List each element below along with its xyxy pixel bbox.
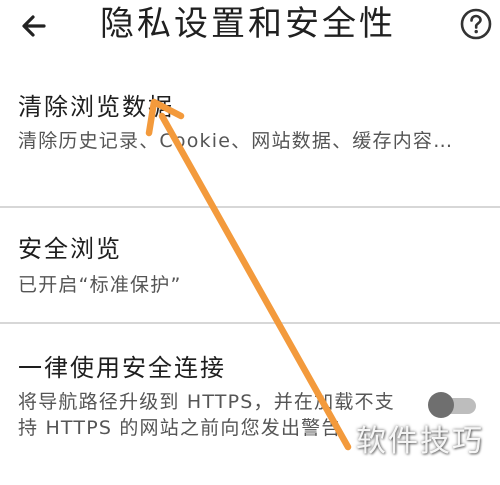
- back-button[interactable]: [14, 6, 54, 46]
- help-circle-icon: [460, 8, 492, 40]
- help-button[interactable]: [459, 7, 493, 41]
- toggle-thumb: [428, 392, 454, 418]
- clear-browsing-data-item[interactable]: 清除浏览数据 清除历史记录、Cookie、网站数据、缓存内容…: [0, 78, 500, 206]
- divider: [0, 322, 500, 324]
- safe-browsing-summary: 已开启“标准保护”: [18, 274, 182, 296]
- clear-browsing-data-summary: 清除历史记录、Cookie、网站数据、缓存内容…: [18, 130, 454, 152]
- page-title: 隐私设置和安全性: [100, 4, 396, 44]
- safe-browsing-item[interactable]: 安全浏览 已开启“标准保护”: [0, 208, 500, 323]
- always-use-secure-connections-summary: 将导航路径升级到 HTTPS，并在加载不支持 HTTPS 的网站之前向您发出警告: [18, 391, 395, 439]
- arrow-left-icon: [22, 15, 46, 37]
- secure-connections-toggle[interactable]: [428, 392, 478, 418]
- always-use-secure-connections-item[interactable]: 一律使用安全连接 将导航路径升级到 HTTPS，并在加载不支持 HTTPS 的网…: [0, 325, 500, 485]
- privacy-security-settings-page: 隐私设置和安全性 清除浏览数据 清除历史记录、Cookie、网站数据、缓存内容……: [0, 0, 500, 485]
- clear-browsing-data-title: 清除浏览数据: [18, 93, 174, 121]
- app-bar: 隐私设置和安全性: [0, 0, 500, 55]
- always-use-secure-connections-title: 一律使用安全连接: [18, 354, 226, 382]
- safe-browsing-title: 安全浏览: [18, 235, 122, 263]
- watermark: 软件技巧: [356, 424, 484, 459]
